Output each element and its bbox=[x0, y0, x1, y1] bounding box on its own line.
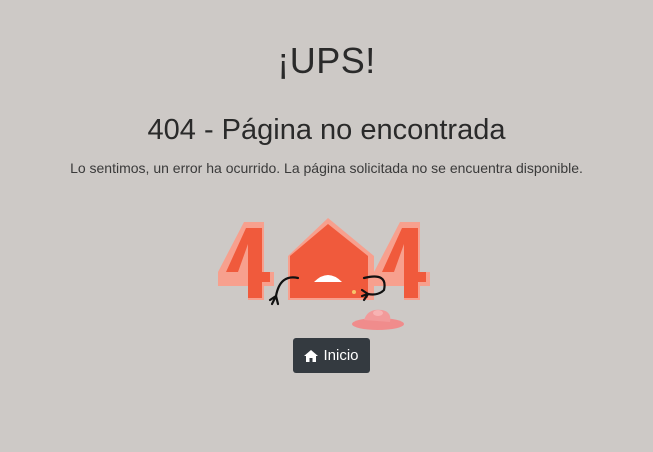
page-exclamation: ¡UPS! bbox=[277, 40, 376, 81]
home-button-label: Inicio bbox=[323, 347, 359, 364]
404-illustration bbox=[218, 216, 444, 334]
page-title: 404 - Página no encontrada bbox=[147, 114, 506, 146]
error-message: Lo sentimos, un error ha ocurrido. La pá… bbox=[70, 160, 583, 176]
house-zero bbox=[290, 224, 368, 298]
home-icon bbox=[304, 349, 319, 362]
home-button[interactable]: Inicio bbox=[293, 338, 370, 373]
fallen-piece bbox=[352, 309, 404, 330]
error-page: ¡UPS! 404 - Página no encontrada Lo sent… bbox=[0, 0, 653, 452]
